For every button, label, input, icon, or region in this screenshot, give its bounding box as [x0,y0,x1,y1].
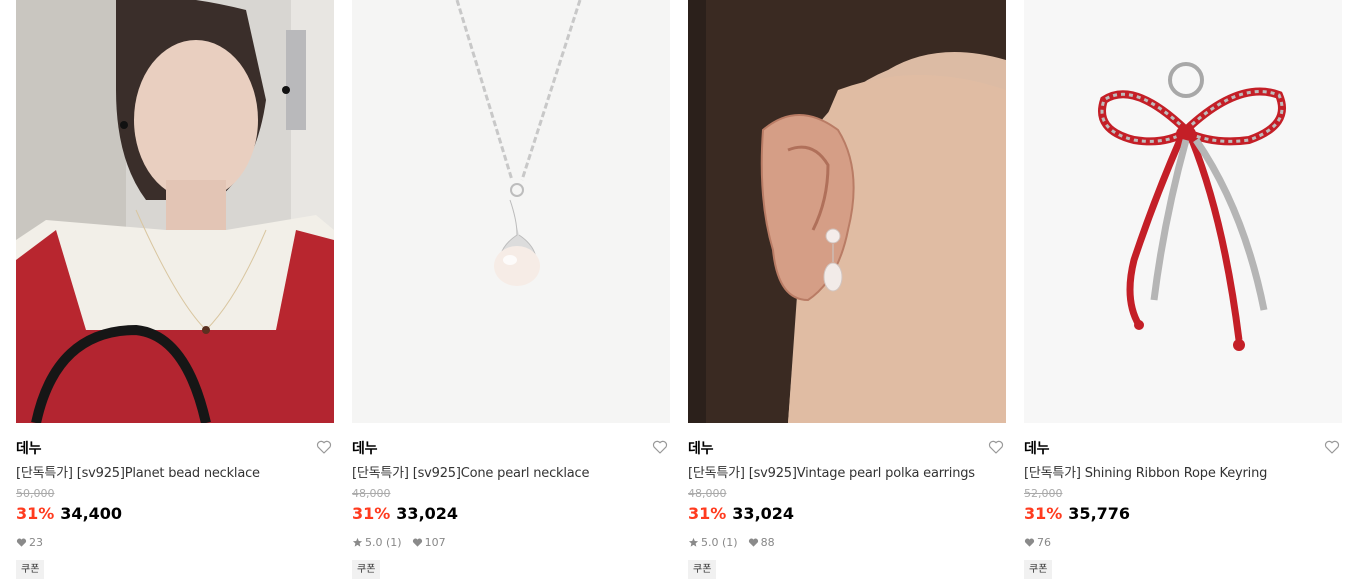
product-image[interactable] [688,0,1006,423]
product-name[interactable]: [단독특가] Shining Ribbon Rope Keyring [1024,462,1342,481]
product-grid: 데누 [단독특가] [sv925]Planet bead necklace 50… [16,0,1342,579]
sale-price: 34,400 [60,504,123,523]
meta-row: 23 [16,535,53,549]
meta-row: 76 [1024,535,1061,549]
rating-value: 5.0 (1) [365,535,402,549]
brand-name[interactable]: 데누 [688,438,713,458]
meta-row: 5.0 (1) 88 [688,535,785,549]
sale-price: 35,776 [1068,504,1131,523]
brand-row: 데누 [352,437,670,457]
likes-group: 76 [1024,536,1051,549]
price-row: 31% 33,024 [352,504,458,526]
pearl-necklace-photo [352,0,670,423]
ribbon-keyring-photo [1024,0,1342,423]
rating-group: 5.0 (1) [352,536,402,549]
discount-rate: 31% [688,504,727,523]
heart-outline-icon[interactable] [988,439,1004,455]
sale-price: 33,024 [396,504,459,523]
product-card[interactable]: 데누 [단독특가] [sv925]Planet bead necklace 50… [16,0,334,579]
star-icon [352,537,363,547]
heart-outline-icon[interactable] [316,439,332,455]
brand-name[interactable]: 데누 [352,438,377,458]
brand-row: 데누 [16,437,334,457]
product-image[interactable] [16,0,334,423]
original-price: 52,000 [1024,487,1063,500]
sale-price: 33,024 [732,504,795,523]
rating-group: 5.0 (1) [688,536,738,549]
likes-count: 88 [760,535,775,549]
original-price: 48,000 [352,487,391,500]
brand-row: 데누 [688,437,1006,457]
coupon-badge: 쿠폰 [688,560,717,579]
product-card[interactable]: 데누 [단독특가] Shining Ribbon Rope Keyring 52… [1024,0,1342,579]
heart-filled-icon [412,538,422,547]
original-price: 50,000 [16,487,55,500]
heart-outline-icon[interactable] [652,439,668,455]
heart-filled-icon [1024,538,1035,547]
heart-outline-icon[interactable] [1324,439,1340,455]
heart-filled-icon [748,538,758,547]
product-image[interactable] [352,0,670,423]
star-icon [688,537,699,547]
heart-filled-icon [16,538,27,547]
discount-rate: 31% [16,504,55,523]
discount-rate: 31% [1024,504,1063,523]
likes-group: 88 [748,536,775,549]
coupon-badge: 쿠폰 [16,560,45,579]
brand-name[interactable]: 데누 [1024,438,1049,458]
price-row: 31% 35,776 [1024,504,1130,526]
product-name[interactable]: [단독특가] [sv925]Cone pearl necklace [352,462,670,481]
model-earring-photo [688,0,1006,423]
product-name[interactable]: [단독특가] [sv925]Planet bead necklace [16,462,334,481]
product-card[interactable]: 데누 [단독특가] [sv925]Vintage pearl polka ear… [688,0,1006,579]
brand-row: 데누 [1024,437,1342,457]
meta-row: 5.0 (1) 107 [352,535,456,549]
product-image[interactable] [1024,0,1342,423]
likes-group: 107 [412,536,446,549]
brand-name[interactable]: 데누 [16,438,41,458]
coupon-badge: 쿠폰 [352,560,381,579]
price-row: 31% 33,024 [688,504,794,526]
discount-rate: 31% [352,504,391,523]
likes-count: 23 [29,535,43,549]
likes-group: 23 [16,536,43,549]
original-price: 48,000 [688,487,727,500]
product-card[interactable]: 데누 [단독특가] [sv925]Cone pearl necklace 48,… [352,0,670,579]
coupon-badge: 쿠폰 [1024,560,1053,579]
rating-value: 5.0 (1) [701,535,738,549]
product-name[interactable]: [단독특가] [sv925]Vintage pearl polka earrin… [688,462,1006,481]
price-row: 31% 34,400 [16,504,122,526]
likes-count: 76 [1037,535,1051,549]
likes-count: 107 [424,535,446,549]
model-necklace-photo [16,0,334,423]
